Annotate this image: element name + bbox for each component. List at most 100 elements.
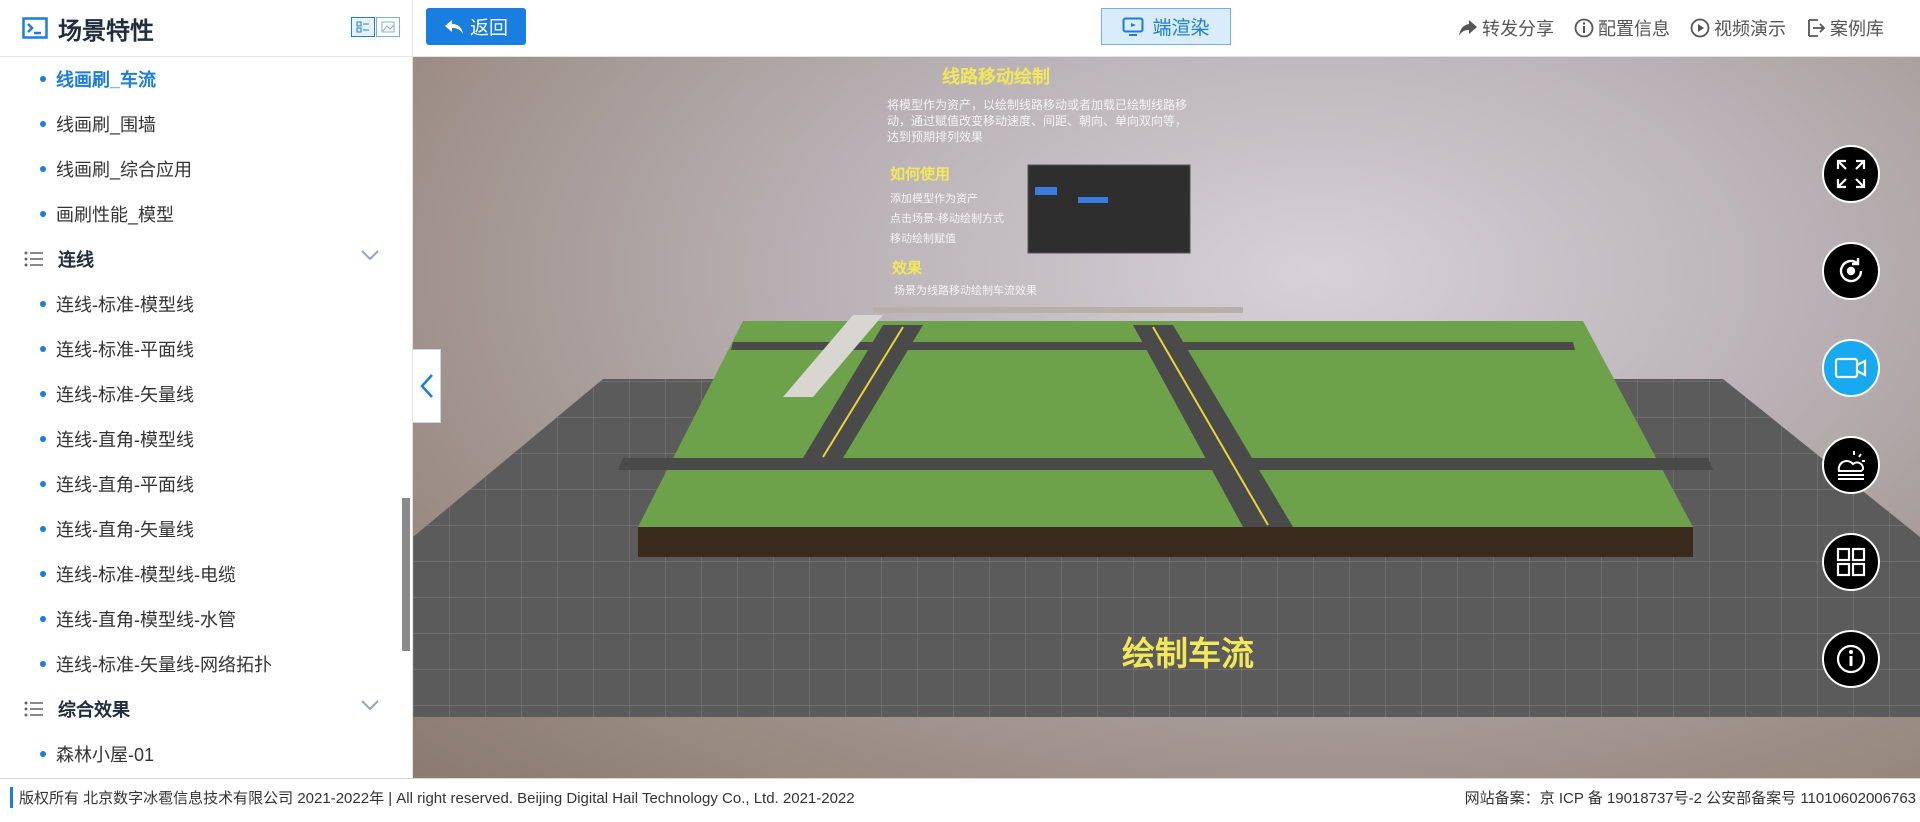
grid-icon [1836, 547, 1866, 577]
list-item[interactable]: 连线-标准-矢量线-网络拓扑 [0, 641, 400, 686]
scene-viewport[interactable]: 线路移动绘制 将模型作为资产，以绘制线路移动或者加载已绘制线路移 动，通过赋值改… [413, 57, 1920, 778]
list-item[interactable]: 连线-直角-模型线-水管 [0, 596, 400, 641]
info-icon [1836, 644, 1866, 674]
config-label: 配置信息 [1598, 19, 1670, 39]
list-item[interactable]: 线画刷_车流 [0, 56, 400, 101]
copyright-text: 版权所有 北京数字冰雹信息技术有限公司 2021-2022年 | All rig… [10, 787, 855, 808]
bullet [40, 75, 46, 82]
camera-button[interactable] [1822, 339, 1880, 397]
list-item[interactable]: 连线-直角-平面线 [0, 461, 400, 506]
monitor-icon [1122, 17, 1144, 36]
list-view-button[interactable] [351, 17, 375, 37]
render-label: 端渲染 [1152, 18, 1210, 39]
list-item-label: 连线-直角-平面线 [56, 474, 194, 495]
config-link[interactable]: 配置信息 [1574, 15, 1670, 41]
list-item-label: 连线-直角-模型线-水管 [56, 609, 236, 630]
side-tools [1822, 145, 1880, 727]
bullet [40, 345, 46, 352]
weather-icon [1837, 451, 1865, 480]
top-actions: 转发分享 配置信息 视频演示 案例库 [1438, 0, 1884, 56]
sidebar-title: 场景特性 [58, 17, 154, 45]
library-label: 案例库 [1830, 19, 1884, 39]
video-link[interactable]: 视频演示 [1690, 15, 1786, 41]
list-item[interactable]: 连线-直角-矢量线 [0, 506, 400, 551]
list-item-label: 画刷性能_模型 [56, 204, 175, 225]
share-label: 转发分享 [1482, 19, 1554, 39]
list-item-label: 线画刷_综合应用 [56, 159, 193, 180]
bullet [40, 480, 46, 487]
panel-desc: 达到预期排列效果 [887, 129, 983, 144]
list-item[interactable]: 连线-标准-平面线 [0, 326, 400, 371]
list-item[interactable]: 森林小屋-01 [0, 731, 400, 776]
info-circle-icon [1574, 18, 1594, 38]
list-item[interactable]: 线画刷_综合应用 [0, 146, 400, 191]
footer: 版权所有 北京数字冰雹信息技术有限公司 2021-2022年 | All rig… [0, 778, 1920, 822]
video-label: 视频演示 [1714, 19, 1786, 39]
screenshot-thumbnail [1027, 164, 1191, 254]
refresh-button[interactable] [1822, 242, 1880, 300]
panel-title: 线路移动绘制 [942, 66, 1050, 88]
group-header-lines[interactable]: 连线 [0, 236, 400, 281]
fullscreen-icon [1836, 159, 1866, 189]
list-item[interactable]: 连线-标准-矢量线 [0, 371, 400, 416]
list-item[interactable]: 画刷性能_模型 [0, 191, 400, 236]
back-arrow-icon [444, 19, 463, 34]
bullet [40, 165, 46, 172]
sidebar: 场景特性 线画刷_车流 线画刷_围墙 线画刷_综合应用 画刷性能_模型 连线 连… [0, 0, 413, 778]
info-button[interactable] [1822, 630, 1880, 688]
list-item[interactable]: 连线-标准-模型线-电缆 [0, 551, 400, 596]
list-icon [24, 251, 43, 266]
view-toggle [351, 17, 400, 37]
image-view-button[interactable] [376, 17, 400, 37]
list-icon [24, 701, 43, 716]
bullet [40, 210, 46, 217]
list-view-icon [356, 21, 369, 33]
list-item-label: 连线-标准-模型线-电缆 [56, 564, 236, 585]
weather-button[interactable] [1822, 436, 1880, 494]
list-item-label: 连线-标准-模型线 [56, 294, 194, 315]
group-label: 连线 [58, 249, 94, 270]
bullet [40, 300, 46, 307]
howto-title: 如何使用 [890, 165, 950, 183]
fullscreen-button[interactable] [1822, 145, 1880, 203]
camera-icon [1834, 357, 1867, 379]
list-item[interactable]: 连线-直角-模型线 [0, 416, 400, 461]
chevron-left-icon [419, 374, 433, 398]
panel-desc: 将模型作为资产，以绘制线路移动或者加载已绘制线路移 [887, 97, 1187, 112]
collapse-sidebar-button[interactable] [413, 349, 441, 423]
group-header-effects[interactable]: 综合效果 [0, 686, 400, 731]
chevron-down-icon [361, 250, 379, 261]
bullet [40, 390, 46, 397]
sidebar-scrollbar[interactable] [402, 498, 410, 651]
list-item-label: 连线-直角-模型线 [56, 429, 194, 450]
back-label: 返回 [469, 18, 508, 39]
share-link[interactable]: 转发分享 [1458, 15, 1554, 41]
top-bar: 返回 端渲染 转发分享 配置信息 视频演示 案例库 [413, 0, 1920, 57]
icp-text[interactable]: 网站备案：京 ICP 备 19018737号-2 公安部备案号 11010602… [1465, 787, 1916, 808]
scene-caption: 绘制车流 [1122, 634, 1254, 673]
list-item-label: 连线-标准-矢量线-网络拓扑 [56, 654, 272, 675]
bullet [40, 435, 46, 442]
back-button[interactable]: 返回 [426, 8, 526, 45]
render-button[interactable]: 端渲染 [1101, 8, 1231, 45]
sidebar-header: 场景特性 [0, 0, 412, 57]
howto-step: 移动绘制赋值 [890, 231, 956, 245]
export-icon [1808, 19, 1826, 37]
list-item[interactable]: 线画刷_围墙 [0, 101, 400, 146]
bullet [40, 615, 46, 622]
panel-desc: 动，通过赋值改变移动速度、间距、朝向、单向双向等， [887, 113, 1187, 128]
list-item-label: 线画刷_车流 [56, 69, 157, 90]
library-link[interactable]: 案例库 [1806, 15, 1884, 41]
list-item-label: 连线-标准-矢量线 [56, 384, 194, 405]
play-circle-icon [1690, 18, 1710, 38]
group-label: 综合效果 [58, 699, 130, 720]
howto-step: 添加模型作为资产 [890, 191, 978, 205]
bullet [40, 750, 46, 757]
list-item-label: 连线-直角-矢量线 [56, 519, 194, 540]
effect-desc: 场景为线路移动绘制车流效果 [894, 283, 1037, 297]
list-item[interactable]: 连线-标准-模型线 [0, 281, 400, 326]
list-item-label: 线画刷_围墙 [56, 114, 157, 135]
grid-button[interactable] [1822, 533, 1880, 591]
bullet [40, 525, 46, 532]
image-view-icon [381, 21, 395, 33]
